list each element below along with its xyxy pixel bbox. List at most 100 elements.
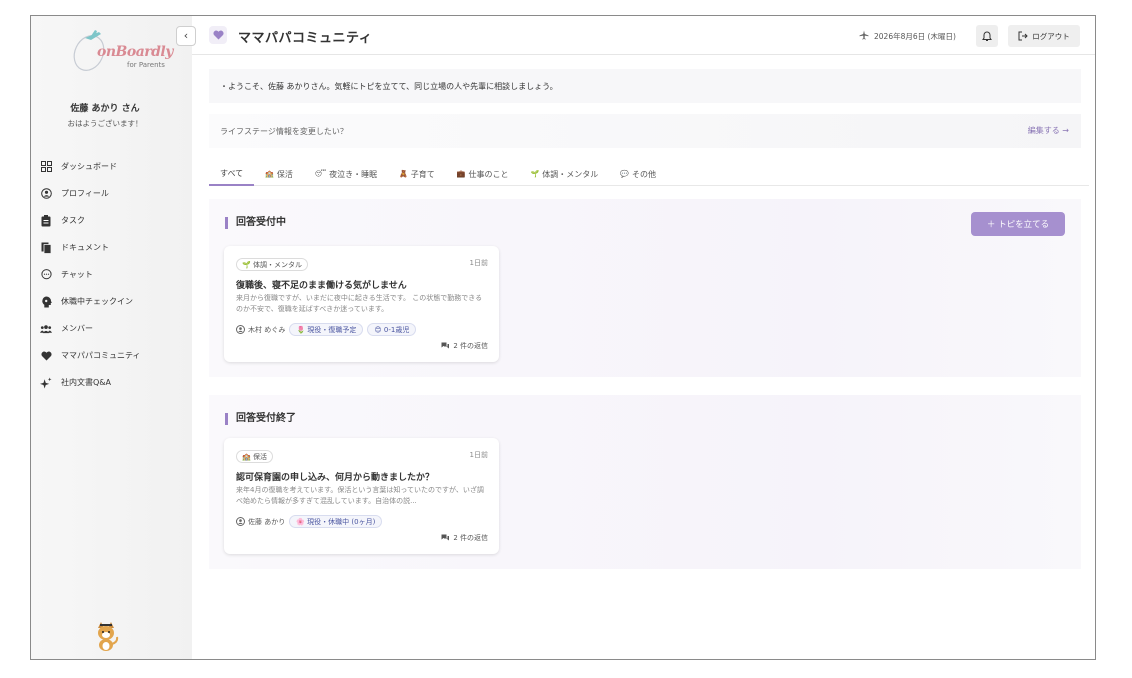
sidebar-item-label: ママパパコミュニティ <box>61 351 141 360</box>
sidebar-item-leave-checkin[interactable]: 休職中チェックイン <box>40 288 185 315</box>
posted-ago: 1日前 <box>469 259 488 267</box>
head-icon <box>40 296 52 308</box>
topic-card[interactable]: 🌱 体調・メンタル 1日前 復職後、寝不足のまま働ける気がしません 来月から復職… <box>224 246 499 362</box>
sidebar-item-members[interactable]: メンバー <box>40 315 185 342</box>
tab-label: 子育て <box>410 169 435 179</box>
school-icon: 🏫 <box>265 170 274 178</box>
sidebar-item-docs-qa[interactable]: 社内文書Q&A <box>40 369 185 396</box>
tab-health[interactable]: 🌱 体調・メンタル <box>520 162 610 186</box>
tab-hokatsu[interactable]: 🏫 保活 <box>254 162 304 186</box>
app-logo[interactable]: onBoardly for Parents <box>57 26 173 76</box>
bell-icon <box>982 30 992 41</box>
sidebar-item-label: 社内文書Q&A <box>61 378 112 387</box>
sidebar-item-profile[interactable]: プロフィール <box>40 180 185 207</box>
sidebar-item-label: ドキュメント <box>61 243 109 252</box>
speech-bubble-icon: 💬 <box>620 170 629 178</box>
tab-label: 仕事のこと <box>468 169 509 179</box>
teddy-bear-icon: 🧸 <box>399 170 408 178</box>
grid-icon <box>40 161 52 173</box>
top-header: ママパパコミュニティ 2026年8月6日 (木曜日) ログアウト <box>192 16 1095 55</box>
mascot-dog-icon <box>93 622 119 652</box>
reply-count-text: 2 件の返信 <box>453 342 488 350</box>
topic-excerpt: 来月から復職ですが、いまだに夜中に起きる生活です。 この状態で勤務できるのか不安… <box>236 294 483 313</box>
tab-other[interactable]: 💬 その他 <box>609 162 667 186</box>
sidebar-item-label: タスク <box>61 216 85 225</box>
lifestage-chip: 🌷 現役・復職予定 <box>289 323 364 336</box>
documents-icon <box>40 242 52 254</box>
sidebar-item-community[interactable]: ママパパコミュニティ <box>40 342 185 369</box>
sidebar-item-chat[interactable]: チャット <box>40 261 185 288</box>
author-avatar-icon <box>236 325 245 334</box>
topic-title: 復職後、寝不足のまま働ける気がしません <box>236 281 407 291</box>
briefcase-icon: 💼 <box>456 170 466 178</box>
topic-meta: 佐藤 あかり 🌸 現役・休職中 (0ヶ月) <box>236 515 386 528</box>
tab-childcare[interactable]: 🧸 子育て <box>388 162 446 186</box>
app-window: onBoardly for Parents 佐藤 あかり さん おはようございま… <box>30 15 1096 660</box>
sleepy-face-icon: 😴 <box>314 170 327 178</box>
main-content: ママパパコミュニティ 2026年8月6日 (木曜日) ログアウト ・ようこそ、佐… <box>192 16 1095 659</box>
topic-excerpt: 来年4月の復職を考えています。保活という言葉は知っていたのですが、いざ調べ始めた… <box>236 486 484 505</box>
sidebar-item-label: プロフィール <box>61 189 109 198</box>
tab-work[interactable]: 💼 仕事のこと <box>446 162 520 186</box>
sidebar-item-label: メンバー <box>61 324 93 333</box>
sidebar-item-tasks[interactable]: タスク <box>40 207 185 234</box>
sparkle-icon <box>40 376 52 389</box>
author-avatar-icon <box>236 517 245 526</box>
tab-all[interactable]: すべて <box>209 162 255 186</box>
logout-icon <box>1018 31 1028 41</box>
chat-icon <box>40 269 52 281</box>
user-name: 佐藤 あかり さん <box>70 104 140 114</box>
logo-wordmark: onBoardly <box>97 44 173 60</box>
current-date: 2026年8月6日 (木曜日) <box>859 30 956 42</box>
topic-title: 認可保育園の申し込み、何月から動きましたか？ <box>236 473 435 483</box>
sidebar-item-documents[interactable]: ドキュメント <box>40 234 185 261</box>
sidebar: onBoardly for Parents 佐藤 あかり さん おはようございま… <box>31 16 192 659</box>
notifications-button[interactable] <box>976 25 998 47</box>
users-icon <box>40 323 52 335</box>
logout-button[interactable]: ログアウト <box>1008 25 1080 47</box>
reply-count: 2 件の返信 <box>441 341 488 351</box>
page-title: ママパパコミュニティ <box>238 31 373 46</box>
sprout-icon: 🌱 <box>530 170 540 178</box>
posted-ago: 1日前 <box>469 451 488 459</box>
section-title: 回答受付中 <box>225 217 286 229</box>
welcome-banner: ・ようこそ、佐藤 あかりさん。気軽にトピを立てて、同じ立場の人や先輩に相談しまし… <box>209 69 1081 103</box>
user-greeting: おはようございます！ <box>67 119 143 128</box>
user-circle-icon <box>40 188 52 200</box>
comments-icon <box>441 534 450 541</box>
heart-icon <box>40 350 52 362</box>
lifestage-chip: 🌸 現役・休職中 (0ヶ月) <box>289 515 383 528</box>
lifestage-prompt: ライフステージ情報を変更したい？ <box>220 126 348 136</box>
logout-label: ログアウト <box>1032 31 1070 41</box>
sidebar-item-label: チャット <box>61 270 93 279</box>
comments-icon <box>441 342 450 349</box>
closed-topics-section: 回答受付終了 🏫 保活 1日前 認可保育園の申し込み、何月から動きましたか？ 来… <box>209 395 1081 569</box>
tab-label: その他 <box>631 169 656 179</box>
reply-count-text: 2 件の返信 <box>453 534 488 542</box>
topic-meta: 木村 めぐみ 🌷 現役・復職予定 😊 0-1歳児 <box>236 323 420 336</box>
date-text: 2026年8月6日 (木曜日) <box>874 31 956 41</box>
tab-label: 保活 <box>276 169 293 179</box>
chevron-left-icon: ‹ <box>183 29 189 42</box>
tab-sleep[interactable]: 😴 夜泣き・睡眠 <box>304 162 388 186</box>
sidebar-item-label: ダッシュボード <box>61 162 117 171</box>
open-topics-section: 回答受付中 ＋ トピを立てる 🌱 体調・メンタル 1日前 復職後、寝不足のまま働… <box>209 199 1081 377</box>
lifestage-banner: ライフステージ情報を変更したい？ 編集する → <box>209 114 1081 148</box>
sidebar-item-dashboard[interactable]: ダッシュボード <box>40 153 185 180</box>
edit-lifestage-link[interactable]: 編集する → <box>1028 125 1069 136</box>
new-topic-button[interactable]: ＋ トピを立てる <box>971 212 1065 236</box>
clipboard-icon <box>40 214 52 227</box>
plane-icon <box>859 30 869 42</box>
author-name: 佐藤 あかり <box>248 517 286 526</box>
sidebar-collapse-button[interactable]: ‹ <box>176 26 196 46</box>
community-heart-icon <box>209 26 227 44</box>
topic-card[interactable]: 🏫 保活 1日前 認可保育園の申し込み、何月から動きましたか？ 来年4月の復職を… <box>224 438 499 554</box>
category-tabs: すべて 🏫 保活 😴 夜泣き・睡眠 🧸 子育て 💼 仕事のこと 🌱 体調・メンタル 💬 その… <box>209 162 1089 186</box>
logo-subtitle: for Parents <box>127 61 165 69</box>
sidebar-item-label: 休職中チェックイン <box>61 297 133 306</box>
author-name: 木村 めぐみ <box>248 325 286 334</box>
category-badge: 🏫 保活 <box>236 450 273 463</box>
sidebar-nav: ダッシュボード プロフィール タスク ドキュメント チャット 休職中チェックイン… <box>40 153 185 396</box>
tab-label: すべて <box>220 168 244 178</box>
tab-label: 夜泣き・睡眠 <box>329 169 378 179</box>
